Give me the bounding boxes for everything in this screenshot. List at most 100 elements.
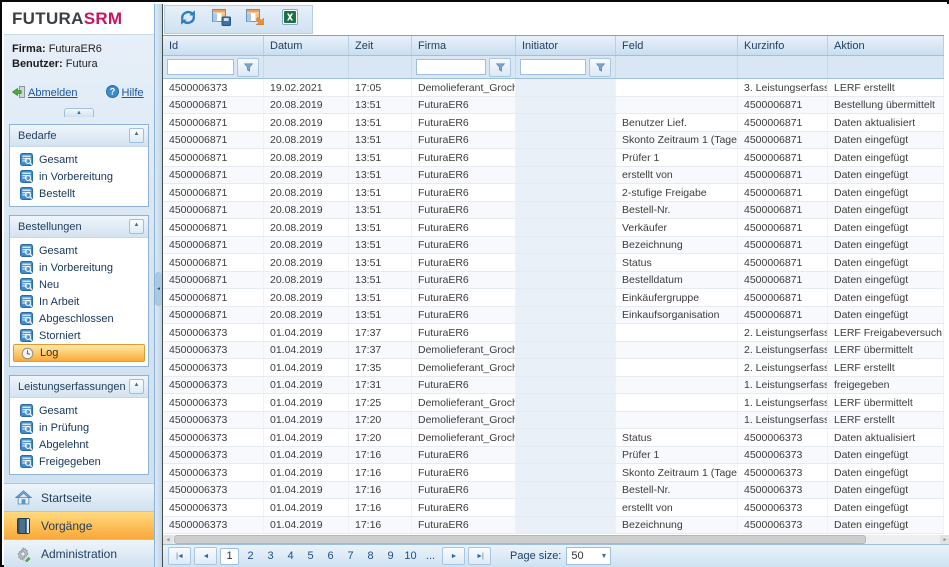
table-row[interactable]: 450000637301.04.201917:16FuturaER6erstel…	[163, 499, 944, 517]
table-cell-feld: Verkäufer	[616, 219, 738, 236]
column-header-kurzinfo[interactable]: Kurzinfo	[738, 36, 828, 55]
sidebar-item-bestellt[interactable]: Bestellt	[10, 185, 148, 202]
table-row[interactable]: 450000637301.04.201917:16FuturaER6Skonto…	[163, 464, 944, 482]
nav-item-vorg-nge[interactable]: Vorgänge	[4, 512, 154, 540]
export-grid-button[interactable]	[242, 8, 269, 32]
filter-input-firma[interactable]	[416, 59, 486, 75]
pager-page-8[interactable]: 8	[362, 550, 379, 562]
search-icon	[20, 312, 33, 325]
column-header-id[interactable]: Id	[163, 36, 264, 55]
filter-button-initiator[interactable]	[589, 58, 611, 77]
column-header-aktion[interactable]: Aktion	[828, 36, 944, 55]
sidebar-item-gesamt[interactable]: Gesamt	[10, 242, 148, 259]
nav-item-administration[interactable]: Administration	[4, 540, 154, 567]
scroll-right-arrow[interactable]: ►	[940, 535, 949, 544]
column-header-firma[interactable]: Firma	[412, 36, 516, 55]
column-header-label: Id	[169, 40, 178, 52]
table-cell-aktion: freigegeben	[828, 377, 944, 394]
column-header-feld[interactable]: Feld	[616, 36, 738, 55]
sidebar-item-in-arbeit[interactable]: In Arbeit	[10, 293, 148, 310]
table-row[interactable]: 450000637301.04.201917:37FuturaER62. Lei…	[163, 324, 944, 342]
table-row[interactable]: 450000687120.08.201913:51FuturaER62-stuf…	[163, 184, 944, 202]
sidebar-item-abgeschlossen[interactable]: Abgeschlossen	[10, 310, 148, 327]
logout-link[interactable]: Abmelden	[12, 85, 78, 101]
table-row[interactable]: 450000687120.08.201913:51FuturaER6Skonto…	[163, 132, 944, 150]
pager-page-3[interactable]: 3	[262, 550, 279, 562]
pager-first-button[interactable]: |◄	[168, 547, 191, 565]
table-row[interactable]: 450000637301.04.201917:25Demolieferant_G…	[163, 394, 944, 412]
filter-input-initiator[interactable]	[520, 59, 586, 75]
pager-page-2[interactable]: 2	[242, 550, 259, 562]
pager-prev-button[interactable]: ◄	[194, 547, 217, 565]
sidebar-item-gesamt[interactable]: Gesamt	[10, 151, 148, 168]
table-row[interactable]: 450000687120.08.201913:51FuturaER6Benutz…	[163, 114, 944, 132]
pager-page-4[interactable]: 4	[282, 550, 299, 562]
sidebar-item-gesamt[interactable]: Gesamt	[10, 402, 148, 419]
table-row[interactable]: 450000687120.08.201913:51FuturaER6Bestel…	[163, 272, 944, 290]
sidebar-item-in-pr-fung[interactable]: in Prüfung	[10, 419, 148, 436]
scrollbar-thumb[interactable]	[174, 535, 866, 544]
sidebar-item-log[interactable]: Log	[13, 344, 145, 362]
column-header-datum[interactable]: Datum	[264, 36, 349, 55]
table-cell-firma: FuturaER6	[412, 167, 516, 184]
splitter-collapse-handle[interactable]: ◄	[155, 272, 162, 306]
sidebar-splitter[interactable]: ◄	[155, 4, 162, 567]
sidebar-collapse-tab[interactable]: ▲	[64, 108, 94, 117]
pager-page-1[interactable]: 1	[220, 548, 239, 565]
table-row[interactable]: 450000637319.02.202117:05Demolieferant_G…	[163, 79, 944, 97]
pager-page-10[interactable]: 10	[402, 550, 419, 562]
table-row[interactable]: 450000687120.08.201913:51FuturaER6Einkau…	[163, 307, 944, 325]
pager-last-button[interactable]: ►|	[468, 547, 491, 565]
table-row[interactable]: 450000687120.08.201913:51FuturaER6erstel…	[163, 167, 944, 185]
nav-item-startseite[interactable]: Startseite	[4, 484, 154, 512]
table-row[interactable]: 450000637301.04.201917:16FuturaER6Bestel…	[163, 482, 944, 500]
sidebar-item-freigegeben[interactable]: Freigegeben	[10, 453, 148, 470]
sidebar-item-neu[interactable]: Neu	[10, 276, 148, 293]
table-cell-kurzinfo: 4500006871	[738, 289, 828, 306]
table-row[interactable]: 450000687120.08.201913:51FuturaER6450000…	[163, 97, 944, 115]
table-row[interactable]: 450000687120.08.201913:51FuturaER6Bezeic…	[163, 237, 944, 255]
table-row[interactable]: 450000687120.08.201913:51FuturaER6Prüfer…	[163, 149, 944, 167]
scroll-left-arrow[interactable]: ◄	[163, 535, 173, 544]
filter-button-id[interactable]	[237, 58, 259, 77]
excel-export-button[interactable]	[276, 8, 303, 32]
pager-ellipsis[interactable]: ...	[422, 550, 439, 562]
panel-collapse-button[interactable]: ▲	[129, 219, 144, 234]
save-grid-settings-button[interactable]	[208, 8, 235, 32]
table-row[interactable]: 450000687120.08.201913:51FuturaER6Bestel…	[163, 202, 944, 220]
panel-collapse-button[interactable]: ▲	[129, 128, 144, 143]
table-cell-feld: Status	[616, 429, 738, 446]
table-row[interactable]: 450000637301.04.201917:37Demolieferant_G…	[163, 342, 944, 360]
table-row[interactable]: 450000637301.04.201917:35Demolieferant_G…	[163, 359, 944, 377]
table-row[interactable]: 450000637301.04.201917:20Demolieferant_G…	[163, 412, 944, 430]
help-link[interactable]: ?Hilfe	[106, 85, 144, 101]
sidebar-item-abgelehnt[interactable]: Abgelehnt	[10, 436, 148, 453]
sidebar-item-in-vorbereitung[interactable]: in Vorbereitung	[10, 259, 148, 276]
sidebar-item-storniert[interactable]: Storniert	[10, 327, 148, 344]
sidebar-item-in-vorbereitung[interactable]: in Vorbereitung	[10, 168, 148, 185]
column-header-initiator[interactable]: Initiator	[516, 36, 616, 55]
table-row[interactable]: 450000637301.04.201917:16FuturaER6Prüfer…	[163, 447, 944, 465]
table-row[interactable]: 450000637301.04.201917:31FuturaER61. Lei…	[163, 377, 944, 395]
table-cell-zeit: 17:20	[349, 412, 412, 429]
column-header-zeit[interactable]: Zeit	[349, 36, 412, 55]
table-cell-kurzinfo: 4500006373	[738, 464, 828, 481]
filter-button-firma[interactable]	[489, 58, 511, 77]
pager-page-7[interactable]: 7	[342, 550, 359, 562]
table-row[interactable]: 450000687120.08.201913:51FuturaER6Verkäu…	[163, 219, 944, 237]
table-cell-initiator	[516, 464, 616, 481]
page-size-select[interactable]: 50 ▼	[566, 547, 611, 565]
panel-collapse-button[interactable]: ▲	[129, 379, 144, 394]
pager-page-6[interactable]: 6	[322, 550, 339, 562]
table-row[interactable]: 450000687120.08.201913:51FuturaER6Einkäu…	[163, 289, 944, 307]
table-cell-firma: FuturaER6	[412, 219, 516, 236]
horizontal-scrollbar[interactable]: ◄ ►	[163, 535, 949, 544]
table-row[interactable]: 450000637301.04.201917:20Demolieferant_G…	[163, 429, 944, 447]
refresh-button[interactable]	[174, 8, 201, 32]
filter-input-id[interactable]	[167, 59, 234, 75]
table-row[interactable]: 450000687120.08.201913:51FuturaER6Status…	[163, 254, 944, 272]
pager-page-9[interactable]: 9	[382, 550, 399, 562]
pager-page-5[interactable]: 5	[302, 550, 319, 562]
pager-next-button[interactable]: ►	[442, 547, 465, 565]
table-row[interactable]: 450000637301.04.201917:16FuturaER6Bezeic…	[163, 517, 944, 535]
